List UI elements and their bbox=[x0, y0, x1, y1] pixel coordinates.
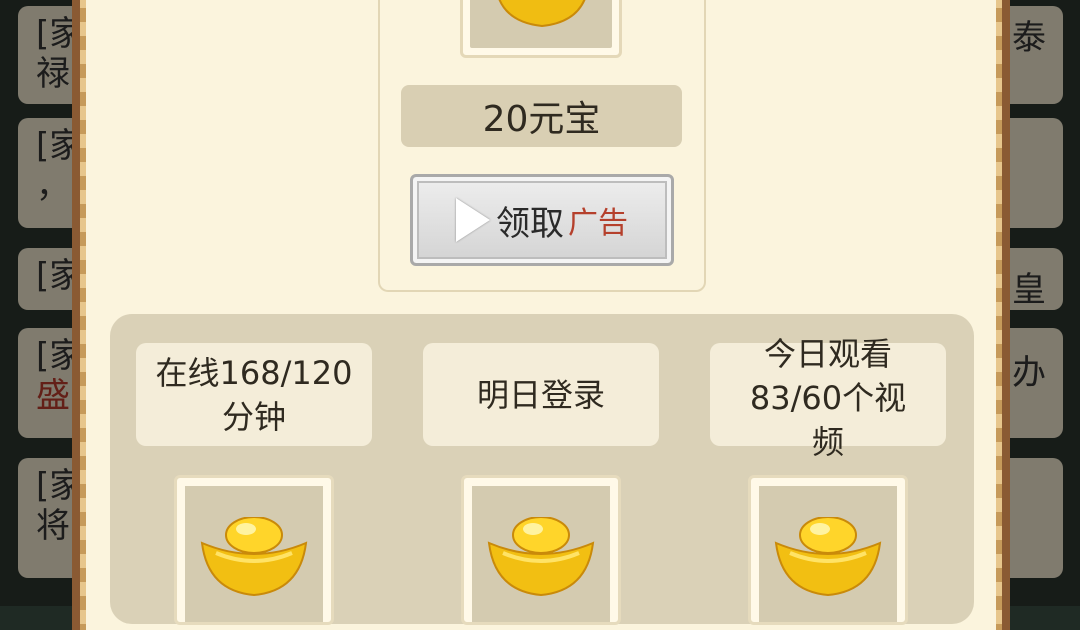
gold-ingot-icon bbox=[498, 0, 586, 28]
task-online-minutes: 在线168/120 分钟 bbox=[136, 343, 372, 446]
play-icon bbox=[456, 198, 490, 242]
task-watch-videos: 今日观看 83/60个视 频 bbox=[710, 335, 946, 461]
task-text: 明日登录 bbox=[476, 375, 605, 414]
task-text: 在线168/120 bbox=[155, 353, 353, 392]
claim-label: 领取 bbox=[496, 203, 564, 244]
task-text: 83/60个视 bbox=[749, 378, 907, 417]
task-text: 分钟 bbox=[221, 397, 286, 436]
claim-with-ad-button[interactable]: 领取 广告 bbox=[410, 174, 674, 266]
gold-ingot-icon bbox=[487, 517, 595, 597]
task-login-tomorrow: 明日登录 bbox=[423, 343, 659, 446]
task-text: 频 bbox=[811, 422, 844, 461]
reward-amount: 20元宝 bbox=[401, 85, 682, 147]
gold-ingot-icon bbox=[774, 517, 882, 597]
ad-tag: 广告 bbox=[568, 206, 628, 241]
gold-ingot-icon bbox=[200, 517, 308, 597]
task-text: 今日观看 bbox=[763, 334, 892, 373]
